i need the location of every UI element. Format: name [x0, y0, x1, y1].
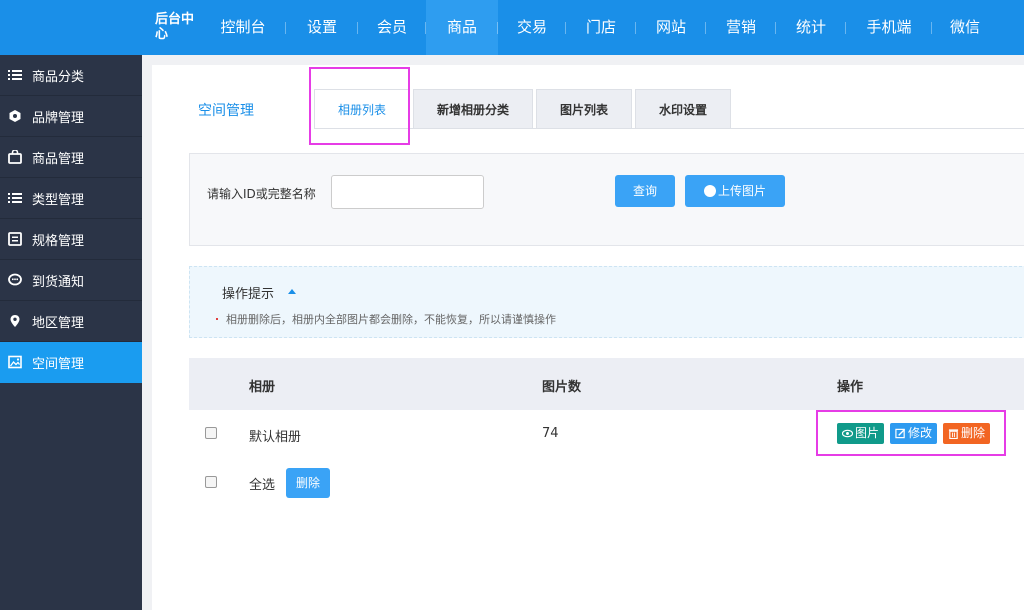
- table-row: 默认相册 74 图片 修改 删除: [189, 410, 1024, 460]
- main-panel: 空间管理 相册列表 新增相册分类 图片列表 水印设置 请输入ID或完整名称 查询…: [152, 65, 1024, 610]
- tab-watermark-settings[interactable]: 水印设置: [635, 89, 732, 129]
- edit-label: 修改: [908, 426, 933, 440]
- nav-item-mobile[interactable]: 手机端: [846, 0, 932, 55]
- bullet-icon: [216, 318, 218, 320]
- view-label: 图片: [855, 426, 880, 440]
- tab-add-album-category[interactable]: 新增相册分类: [413, 89, 534, 129]
- eye-icon: [842, 429, 853, 438]
- sidebar-item-label: 品牌管理: [32, 110, 85, 126]
- nav-item-stores[interactable]: 门店: [566, 0, 636, 55]
- delete-album-button[interactable]: 删除: [943, 423, 991, 444]
- sidebar-item-goods-category[interactable]: 商品分类: [0, 55, 142, 96]
- tab-bar: 相册列表 新增相册分类 图片列表 水印设置: [314, 89, 734, 129]
- column-image-count: 图片数: [542, 380, 582, 395]
- nav-item-website[interactable]: 网站: [636, 0, 706, 55]
- search-input[interactable]: [331, 175, 484, 209]
- table-header: 相册 图片数 操作: [189, 358, 1024, 410]
- sidebar-item-brand[interactable]: 品牌管理: [0, 96, 142, 137]
- sidebar-item-label: 商品分类: [32, 69, 85, 85]
- nav-item-console[interactable]: 控制台: [200, 0, 286, 55]
- nav-item-statistics[interactable]: 统计: [776, 0, 846, 55]
- sidebar-item-label: 空间管理: [32, 356, 85, 372]
- nav-item-wechat[interactable]: 微信: [932, 0, 998, 55]
- album-name: 默认相册: [249, 430, 302, 445]
- upload-label: 上传图片: [717, 184, 766, 198]
- sidebar-item-label: 商品管理: [32, 151, 85, 167]
- upload-image-button[interactable]: 上传图片: [685, 175, 785, 207]
- list-icon: [8, 191, 22, 205]
- sidebar-item-goods[interactable]: 商品管理: [0, 137, 142, 178]
- nav-item-members[interactable]: 会员: [358, 0, 426, 55]
- sidebar-item-types[interactable]: 类型管理: [0, 178, 142, 219]
- sidebar-item-label: 地区管理: [32, 315, 85, 331]
- tab-image-list[interactable]: 图片列表: [536, 89, 633, 129]
- image-count: 74: [542, 426, 559, 441]
- sidebar-item-space[interactable]: 空间管理: [0, 342, 142, 383]
- upload-icon: [703, 185, 716, 197]
- nav-item-goods[interactable]: 商品: [426, 0, 498, 55]
- image-icon: [8, 355, 22, 369]
- edit-album-button[interactable]: 修改: [890, 423, 938, 444]
- chat-icon: [8, 273, 22, 287]
- top-header: 后台中心 控制台 设置 会员 商品 交易 门店 网站 营销 统计 手机端 微信: [0, 0, 1024, 55]
- query-button[interactable]: 查询: [615, 175, 675, 207]
- tips-title[interactable]: 操作提示: [222, 283, 274, 302]
- brand-title: 后台中心: [155, 12, 195, 42]
- bag-icon: [8, 150, 22, 164]
- sidebar-item-label: 规格管理: [32, 233, 85, 249]
- spec-icon: [8, 232, 22, 246]
- row-checkbox[interactable]: [205, 427, 217, 439]
- column-album: 相册: [249, 380, 276, 395]
- tab-album-list[interactable]: 相册列表: [314, 89, 411, 129]
- view-images-button[interactable]: 图片: [837, 423, 885, 444]
- sidebar-item-label: 类型管理: [32, 192, 85, 208]
- caret-up-icon[interactable]: [288, 289, 296, 294]
- tips-text: 相册删除后，相册内全部图片都会删除，不能恢复，所以请谨慎操作: [226, 313, 556, 326]
- sidebar-item-specs[interactable]: 规格管理: [0, 219, 142, 260]
- nav-item-marketing[interactable]: 营销: [706, 0, 776, 55]
- sidebar-item-arrival-notice[interactable]: 到货通知: [0, 260, 142, 301]
- list-icon: [8, 68, 22, 82]
- delete-label: 删除: [961, 426, 986, 440]
- batch-delete-button[interactable]: 删除: [286, 468, 330, 498]
- sidebar-item-regions[interactable]: 地区管理: [0, 301, 142, 342]
- trash-icon: [948, 429, 959, 439]
- nav-item-settings[interactable]: 设置: [286, 0, 358, 55]
- location-icon: [8, 314, 22, 328]
- logo-area: [0, 0, 150, 55]
- operation-tips: 操作提示 相册删除后，相册内全部图片都会删除，不能恢复，所以请谨慎操作: [189, 266, 1024, 338]
- search-panel: 请输入ID或完整名称 查询 上传图片: [189, 153, 1024, 246]
- sidebar-item-label: 到货通知: [32, 274, 85, 290]
- sidebar: 商品分类 品牌管理 商品管理 类型管理 规格管理 到货通知 地区管理 空间管理: [0, 55, 142, 610]
- tab-divider: [314, 128, 1024, 129]
- nav-item-trade[interactable]: 交易: [498, 0, 566, 55]
- select-all-checkbox[interactable]: [205, 476, 217, 488]
- column-actions: 操作: [837, 380, 864, 395]
- edit-icon: [895, 428, 906, 439]
- search-label: 请输入ID或完整名称: [207, 187, 316, 201]
- select-all-label: 全选: [249, 478, 276, 493]
- brand-icon: [8, 109, 22, 123]
- top-nav: 控制台 设置 会员 商品 交易 门店 网站 营销 统计 手机端 微信: [200, 0, 998, 55]
- page-title: 空间管理: [198, 103, 254, 119]
